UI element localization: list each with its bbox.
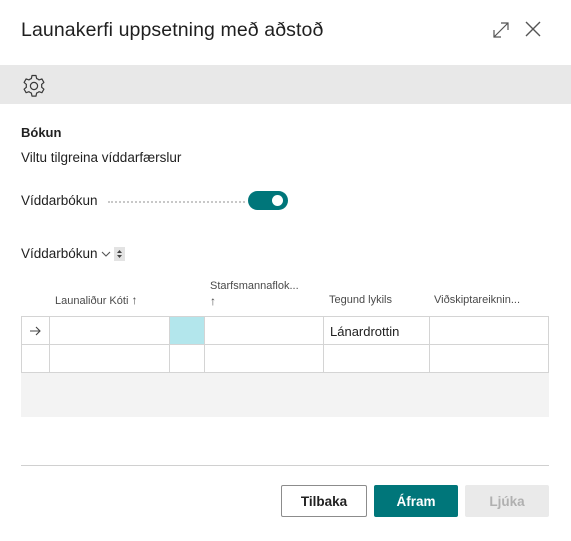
- cell-tegund-lykils[interactable]: Lánardrottin: [324, 317, 430, 344]
- finish-button[interactable]: Ljúka: [465, 485, 549, 517]
- table-row[interactable]: Lánardrottin: [22, 317, 548, 345]
- column-header-label: Starfsmannaflok...: [210, 280, 299, 292]
- row-indicator[interactable]: [22, 345, 50, 372]
- section-heading: Bókun: [21, 125, 62, 140]
- field-leader-dots: [108, 201, 245, 203]
- action-bar: [0, 65, 571, 104]
- next-button[interactable]: Áfram: [374, 485, 458, 517]
- grid-header-row: Launaliður Kóti ↑ Starfsmannaflok... ↑ T…: [21, 277, 549, 316]
- cell-selected[interactable]: [170, 317, 205, 344]
- cell-tegund-lykils[interactable]: [324, 345, 430, 372]
- dimension-posting-toggle[interactable]: [248, 191, 288, 210]
- cell-vidskiptareikningur[interactable]: [430, 317, 548, 344]
- dimension-posting-label: Víddarbókun: [21, 193, 98, 208]
- table-row[interactable]: [22, 345, 548, 372]
- dimension-posting-part-title[interactable]: Víddarbókun: [21, 246, 125, 261]
- chevron-down-icon[interactable]: [100, 248, 112, 260]
- sort-arrow-up-icon: ↑: [131, 293, 138, 307]
- gear-icon[interactable]: [21, 73, 47, 99]
- expand-icon[interactable]: [491, 20, 511, 40]
- row-arrow-icon: [30, 326, 41, 336]
- sort-arrow-up-icon: ↑: [210, 294, 216, 308]
- column-header-label: Launaliður Kóti: [55, 295, 129, 307]
- footer-divider: [21, 465, 549, 466]
- sort-icon[interactable]: [113, 246, 125, 261]
- column-header-launalidur[interactable]: Launaliður Kóti ↑: [55, 293, 137, 307]
- column-header-tegund-lykils[interactable]: Tegund lykils: [329, 294, 392, 306]
- back-button[interactable]: Tilbaka: [281, 485, 367, 517]
- lines-grid: Lánardrottin: [21, 316, 549, 373]
- cell-blank[interactable]: [170, 345, 205, 372]
- column-header-vidskiptareikningur[interactable]: Viðskiptareiknin...: [434, 294, 520, 306]
- section-instruction: Viltu tilgreina víddarfærslur: [21, 150, 182, 165]
- cell-vidskiptareikningur[interactable]: [430, 345, 548, 372]
- setup-dialog: Launakerfi uppsetning með aðstoð Bókun V…: [0, 0, 571, 541]
- cell-starfsmannaflokkur[interactable]: [205, 317, 324, 344]
- cell-launalidur[interactable]: [50, 317, 170, 344]
- cell-starfsmannaflokkur[interactable]: [205, 345, 324, 372]
- dialog-title: Launakerfi uppsetning með aðstoð: [21, 19, 324, 41]
- part-title-label: Víddarbókun: [21, 246, 98, 261]
- cell-launalidur[interactable]: [50, 345, 170, 372]
- toggle-knob: [272, 195, 283, 206]
- row-indicator[interactable]: [22, 317, 50, 344]
- close-icon[interactable]: [523, 19, 543, 39]
- column-header-starfsmannaflokkur[interactable]: Starfsmannaflok... ↑: [210, 280, 299, 308]
